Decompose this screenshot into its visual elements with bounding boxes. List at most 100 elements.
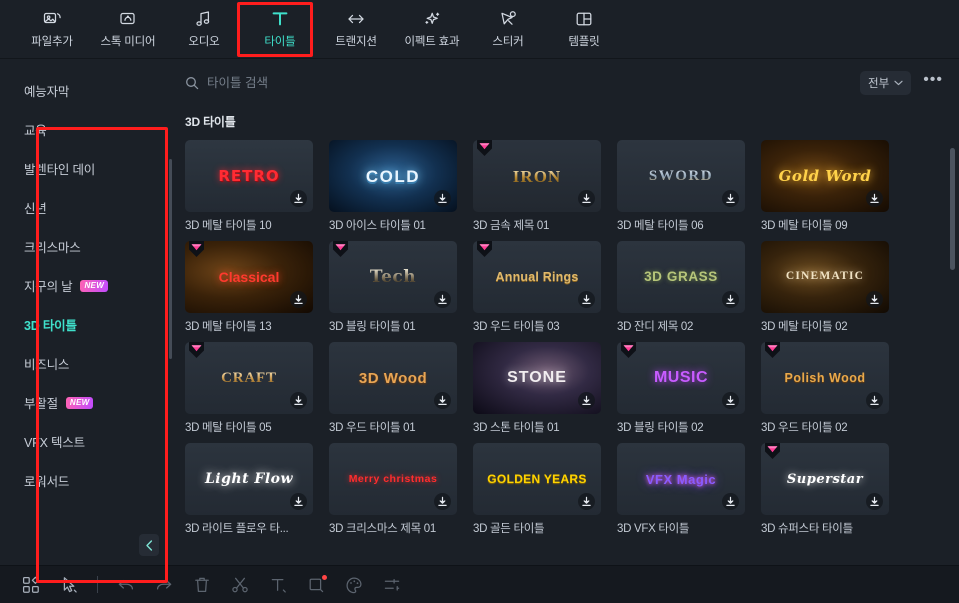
title-thumbnail[interactable]: Light Flow <box>185 443 313 515</box>
download-icon[interactable] <box>578 291 595 308</box>
download-icon[interactable] <box>290 190 307 207</box>
title-thumbnail[interactable]: 3D Wood <box>329 342 457 414</box>
sidebar-scrollbar-thumb[interactable] <box>169 159 172 359</box>
download-icon[interactable] <box>578 190 595 207</box>
sidebar-item-0[interactable]: 예능자막 <box>0 71 175 110</box>
sidebar-item-9[interactable]: VFX 텍스트 <box>0 422 175 461</box>
title-card[interactable]: Gold Word 3D 메탈 타이틀 09 <box>761 140 889 233</box>
title-card[interactable]: 3D Wood 3D 우드 타이틀 01 <box>329 342 457 435</box>
toolbar-tab-0[interactable]: 파일추가 <box>14 2 90 56</box>
title-preview-text: Polish Wood <box>784 370 866 385</box>
title-thumbnail[interactable]: Tech <box>329 241 457 313</box>
title-thumbnail[interactable]: MUSIC <box>617 342 745 414</box>
download-icon[interactable] <box>290 493 307 510</box>
pointer-select-icon[interactable] <box>52 571 86 599</box>
title-card[interactable]: Light Flow 3D 라이트 플로우 타... <box>185 443 313 536</box>
content-scrollbar-thumb[interactable] <box>950 148 955 270</box>
title-card[interactable]: GOLDEN YEARS 3D 골든 타이틀 <box>473 443 601 536</box>
download-icon[interactable] <box>866 392 883 409</box>
sidebar-item-8[interactable]: 부활절 NEW <box>0 383 175 422</box>
title-preview-text: VFX Magic <box>645 471 717 487</box>
title-thumbnail[interactable]: Classical <box>185 241 313 313</box>
category-list[interactable]: 예능자막 교육 발렌타인 데이 신년 크리스마스 지구의 날 NEW 3D 타이틀 비즈니스 부활… <box>0 59 175 525</box>
text-tool-icon[interactable] <box>261 571 295 599</box>
toolbar-tab-4[interactable]: 트랜지션 <box>318 2 394 56</box>
title-thumbnail[interactable]: 3D GRASS <box>617 241 745 313</box>
title-thumbnail[interactable]: GOLDEN YEARS <box>473 443 601 515</box>
download-icon[interactable] <box>434 392 451 409</box>
title-thumbnail[interactable]: STONE <box>473 342 601 414</box>
toolbar-tab-6[interactable]: 스티커 <box>470 2 546 56</box>
chevron-left-icon[interactable] <box>139 534 159 556</box>
download-icon[interactable] <box>866 291 883 308</box>
title-thumbnail[interactable]: Annual Rings <box>473 241 601 313</box>
title-card[interactable]: STONE 3D 스톤 타이틀 01 <box>473 342 601 435</box>
trash-delete-icon[interactable] <box>185 571 219 599</box>
download-icon[interactable] <box>866 493 883 510</box>
toolbar-tab-7[interactable]: 템플릿 <box>546 2 622 56</box>
sidebar-item-6[interactable]: 3D 타이틀 <box>0 305 175 344</box>
color-palette-icon[interactable] <box>337 571 371 599</box>
title-thumbnail[interactable]: VFX Magic <box>617 443 745 515</box>
sidebar-item-2[interactable]: 발렌타인 데이 <box>0 149 175 188</box>
toolbar-tab-1[interactable]: 스톡 미디어 <box>90 2 166 56</box>
sidebar-item-5[interactable]: 지구의 날 NEW <box>0 266 175 305</box>
title-thumbnail[interactable]: Superstar <box>761 443 889 515</box>
undo-icon[interactable] <box>109 571 143 599</box>
sidebar-item-4[interactable]: 크리스마스 <box>0 227 175 266</box>
title-card[interactable]: MUSIC 3D 블링 타이틀 02 <box>617 342 745 435</box>
download-icon[interactable] <box>290 291 307 308</box>
adjust-sliders-icon[interactable] <box>375 571 409 599</box>
title-card[interactable]: VFX Magic 3D VFX 타이틀 <box>617 443 745 536</box>
toolbar-tab-5[interactable]: 이펙트 효과 <box>394 2 470 56</box>
title-card[interactable]: COLD 3D 아이스 타이틀 01 <box>329 140 457 233</box>
download-icon[interactable] <box>722 493 739 510</box>
sidebar-item-3[interactable]: 신년 <box>0 188 175 227</box>
download-icon[interactable] <box>722 291 739 308</box>
redo-icon[interactable] <box>147 571 181 599</box>
title-thumbnail[interactable]: CINEMATIC <box>761 241 889 313</box>
title-card[interactable]: CINEMATIC 3D 메탈 타이틀 02 <box>761 241 889 334</box>
title-thumbnail[interactable]: Gold Word <box>761 140 889 212</box>
download-icon[interactable] <box>434 291 451 308</box>
download-icon[interactable] <box>722 392 739 409</box>
download-icon[interactable] <box>722 190 739 207</box>
search-input[interactable] <box>207 76 853 90</box>
title-card[interactable]: Classical 3D 메탈 타이틀 13 <box>185 241 313 334</box>
title-card[interactable]: Annual Rings 3D 우드 타이틀 03 <box>473 241 601 334</box>
sidebar-item-1[interactable]: 교육 <box>0 110 175 149</box>
title-card[interactable]: 3D GRASS 3D 잔디 제목 02 <box>617 241 745 334</box>
title-thumbnail[interactable]: SWORD <box>617 140 745 212</box>
title-card[interactable]: Superstar 3D 슈퍼스타 타이틀 <box>761 443 889 536</box>
top-toolbar: 파일추가 스톡 미디어 오디오 타이틀 트랜지션 이펙트 효과 스티커 템플릿 <box>0 0 959 59</box>
crop-tool-icon[interactable] <box>299 571 333 599</box>
title-thumbnail[interactable]: CRAFT <box>185 342 313 414</box>
sidebar-item-7[interactable]: 비즈니스 <box>0 344 175 383</box>
title-thumbnail[interactable]: RETRO <box>185 140 313 212</box>
title-card[interactable]: RETRO 3D 메탈 타이틀 10 <box>185 140 313 233</box>
title-thumbnail[interactable]: IRON <box>473 140 601 212</box>
title-thumbnail[interactable]: COLD <box>329 140 457 212</box>
title-thumbnail[interactable]: Merry christmas <box>329 443 457 515</box>
more-options-icon[interactable]: ••• <box>919 72 947 91</box>
title-card[interactable]: Merry christmas 3D 크리스마스 제목 01 <box>329 443 457 536</box>
title-card[interactable]: CRAFT 3D 메탈 타이틀 05 <box>185 342 313 435</box>
filter-dropdown[interactable]: 전부 <box>860 71 912 95</box>
download-icon[interactable] <box>578 392 595 409</box>
download-icon[interactable] <box>578 493 595 510</box>
sidebar-item-10[interactable]: 로워서드 <box>0 461 175 500</box>
toolbar-tab-3[interactable]: 타이틀 <box>242 2 318 56</box>
download-icon[interactable] <box>434 190 451 207</box>
download-icon[interactable] <box>866 190 883 207</box>
download-icon[interactable] <box>290 392 307 409</box>
toolbar-tab-2[interactable]: 오디오 <box>166 2 242 56</box>
layout-tiles-icon[interactable] <box>14 571 48 599</box>
title-card[interactable]: SWORD 3D 메탈 타이틀 06 <box>617 140 745 233</box>
scissors-split-icon[interactable] <box>223 571 257 599</box>
titles-grid: RETRO 3D 메탈 타이틀 10 COLD 3D 아이스 타이틀 01 IRON 3D… <box>185 140 959 536</box>
title-card[interactable]: Tech 3D 블링 타이틀 01 <box>329 241 457 334</box>
title-card[interactable]: Polish Wood 3D 우드 타이틀 02 <box>761 342 889 435</box>
title-card[interactable]: IRON 3D 금속 제목 01 <box>473 140 601 233</box>
download-icon[interactable] <box>434 493 451 510</box>
title-thumbnail[interactable]: Polish Wood <box>761 342 889 414</box>
